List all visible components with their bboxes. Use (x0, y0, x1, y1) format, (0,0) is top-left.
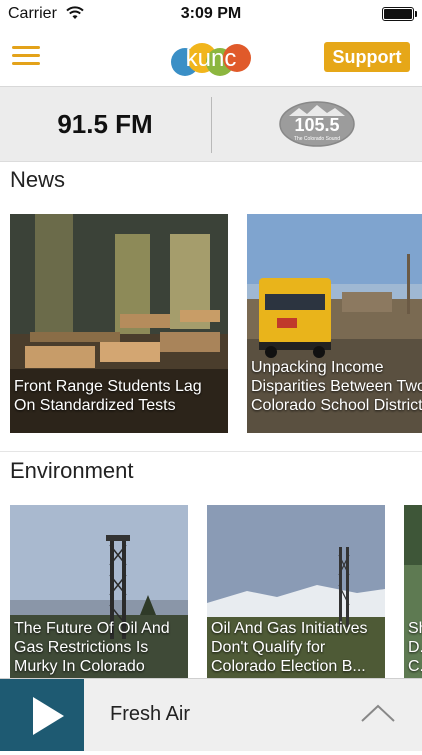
card-headline: Unpacking Income Disparities Between Two… (251, 359, 422, 414)
section-divider (0, 451, 422, 452)
news-card-2[interactable]: Unpacking Income Disparities Between Two… (247, 214, 422, 433)
support-button[interactable]: Support (324, 42, 410, 72)
status-bar: Carrier 3:09 PM (0, 0, 422, 30)
chevron-up-icon[interactable] (360, 703, 396, 723)
environment-card-1[interactable]: The Future Of Oil And Gas Restrictions I… (10, 505, 188, 678)
environment-card-3[interactable]: Sh... D... C... (404, 505, 422, 678)
battery-icon (382, 7, 417, 21)
play-icon (33, 697, 64, 735)
svg-text:kunc: kunc (186, 45, 237, 72)
clock: 3:09 PM (180, 5, 242, 22)
svg-text:105.5: 105.5 (294, 115, 339, 135)
play-button[interactable] (0, 679, 84, 751)
card-headline: The Future Of Oil And Gas Restrictions I… (14, 620, 170, 675)
station-selector: 91.5 FM 105.5 The Colorado Sound (0, 87, 422, 162)
nav-bar: kunc Support (0, 30, 422, 87)
mini-player[interactable]: Fresh Air (0, 678, 422, 751)
card-headline: Front Range Students Lag On Standardized… (14, 378, 202, 414)
station-915-fm[interactable]: 91.5 FM (0, 87, 210, 161)
station-1055[interactable]: 105.5 The Colorado Sound (212, 87, 422, 161)
colorado-sound-logo: 105.5 The Colorado Sound (279, 101, 355, 147)
kunc-logo: kunc (171, 43, 251, 76)
menu-icon[interactable] (12, 44, 40, 68)
card-headline: Sh... D... C... (408, 620, 422, 675)
section-title-news: News (10, 167, 66, 192)
svg-text:The Colorado Sound: The Colorado Sound (294, 136, 340, 142)
section-title-environment: Environment (10, 458, 134, 483)
card-headline: Oil And Gas Initiatives Don't Qualify fo… (211, 620, 368, 675)
now-playing-title: Fresh Air (110, 703, 191, 725)
environment-card-2[interactable]: Oil And Gas Initiatives Don't Qualify fo… (207, 505, 385, 678)
news-card-1[interactable]: Front Range Students Lag On Standardized… (10, 214, 228, 433)
